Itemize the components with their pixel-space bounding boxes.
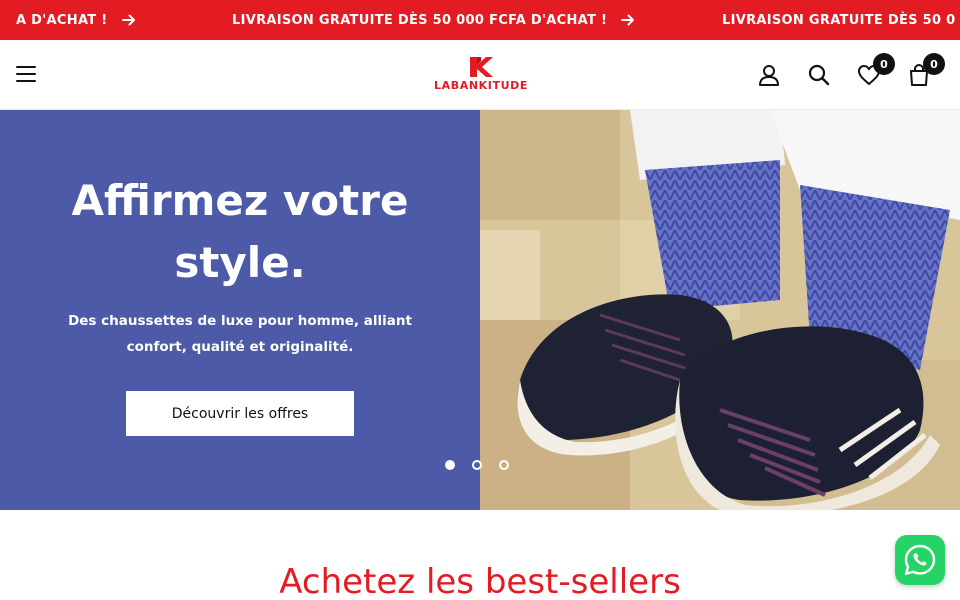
announcement-bar: A D'ACHAT ! LIVRAISON GRATUITE DÈS 50 00… (0, 0, 960, 40)
menu-icon[interactable] (16, 66, 36, 84)
slide-dot-2[interactable] (472, 460, 482, 470)
announcement-text: LIVRAISON GRATUITE DÈS 50 0 (722, 12, 956, 28)
discover-offers-button[interactable]: Découvrir les offres (126, 391, 354, 436)
account-icon[interactable] (756, 62, 782, 88)
slide-dot-3[interactable] (499, 460, 509, 470)
announcement-text: LIVRAISON GRATUITE DÈS 50 000 FCFA D'ACH… (232, 12, 608, 28)
site-logo[interactable]: LABANKITUDE (422, 55, 540, 97)
site-header: LABANKITUDE 0 0 (0, 40, 960, 110)
bestsellers-title: Achetez les best-sellers (279, 562, 681, 600)
whatsapp-icon (904, 544, 936, 576)
logo-text: LABANKITUDE (434, 79, 528, 92)
search-icon[interactable] (806, 62, 832, 88)
wishlist-count-badge: 0 (873, 53, 895, 75)
announcement-item: LIVRAISON GRATUITE DÈS 50 0 (722, 0, 956, 40)
hero-image (480, 110, 960, 510)
slide-dot-1[interactable] (445, 460, 455, 470)
hero-text-panel: Affirmez votre style. Des chaussettes de… (0, 110, 480, 510)
hero-title: Affirmez votre style. (71, 176, 409, 287)
announcement-item: A D'ACHAT ! (16, 0, 136, 40)
arrow-right-icon (621, 14, 635, 26)
arrow-right-icon (121, 14, 135, 26)
whatsapp-chat-button[interactable] (895, 535, 945, 585)
logo-mark (470, 57, 493, 77)
hero-subtitle: Des chaussettes de luxe pour homme, alli… (68, 313, 412, 355)
announcement-item: LIVRAISON GRATUITE DÈS 50 000 FCFA D'ACH… (232, 0, 635, 40)
hero-photo-sneakers (480, 110, 960, 510)
cart-count-badge: 0 (923, 53, 945, 75)
hero-slider-dots (440, 456, 530, 474)
announcement-text: A D'ACHAT ! (16, 12, 108, 28)
